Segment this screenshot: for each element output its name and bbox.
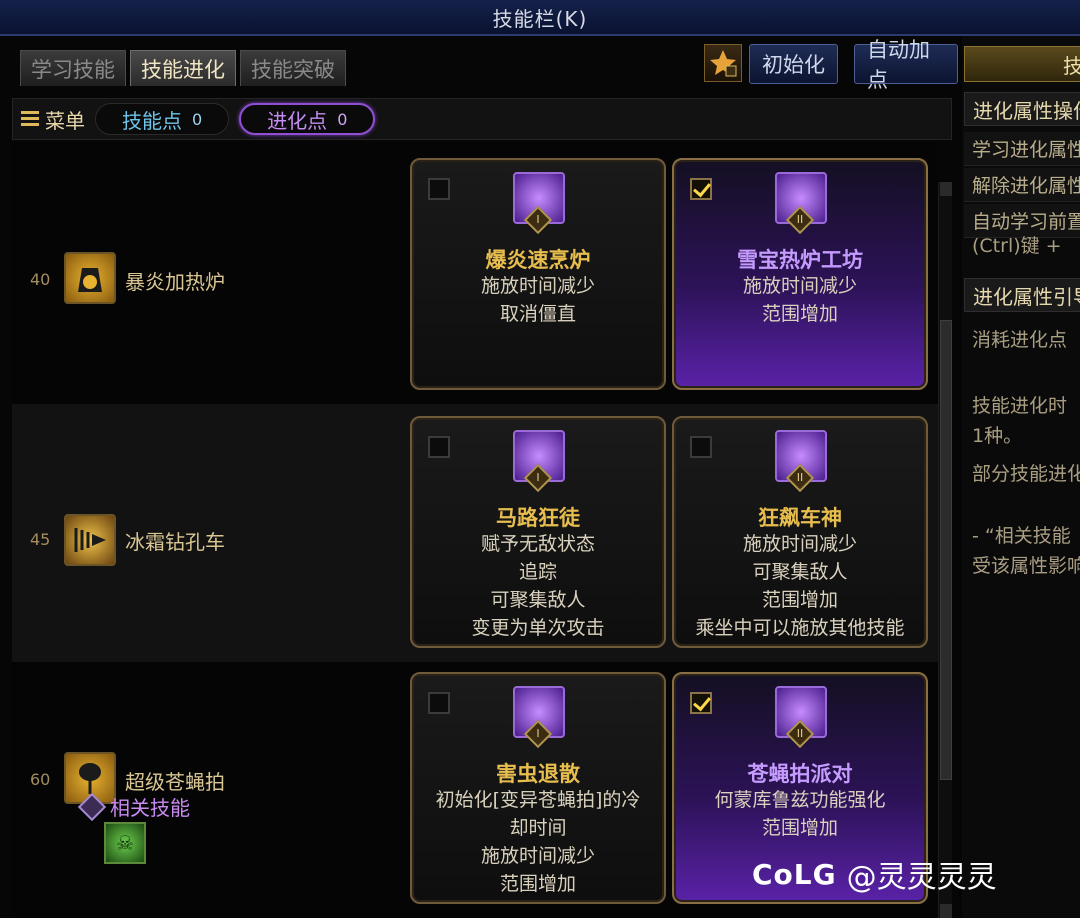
option-title: 狂飙车神 [758, 506, 842, 530]
evolution-option-card[interactable]: I 马路狂徒 赋予无敌状态 追踪 可聚集敌人 变更为单次攻击 [410, 416, 666, 648]
window-title-bar: 技能栏(K) [0, 0, 1080, 36]
evolution-tier-button[interactable] [704, 44, 742, 82]
auto-allocate-button[interactable]: 自动加点 [854, 38, 958, 92]
evolution-tier-icon [710, 50, 737, 77]
guide-item: 学习进化属性 [964, 132, 1080, 166]
evolution-option-card[interactable]: II 狂飙车神 施放时间减少 可聚集敌人 范围增加 乘坐中可以施放其他技能 [672, 416, 928, 648]
points-bar: 菜单 技能点 0 进化点 0 [12, 98, 952, 140]
watermark-user: @灵灵灵灵 [846, 860, 997, 895]
option-effect: 取消僵直 [499, 303, 576, 325]
skill-points-label: 技能点 [122, 108, 182, 133]
window-title: 技能栏(K) [492, 6, 588, 31]
guide-item-continued: (Ctrl)键 + [972, 235, 1062, 257]
option-title: 苍蝇拍派对 [747, 762, 853, 786]
option-title: 害虫退散 [496, 762, 580, 786]
option-effect: 范围增加 [499, 873, 576, 895]
skill-name: 冰霜钻孔车 [125, 530, 225, 554]
guide-text: 部分技能进化 [972, 463, 1080, 485]
option-checkbox[interactable] [428, 436, 450, 458]
option-title: 马路狂徒 [496, 506, 580, 530]
menu-button[interactable]: 菜单 [21, 105, 85, 134]
option-effect: 却时间 [509, 817, 567, 839]
evolution-points-label: 进化点 [267, 108, 328, 133]
evolution-option-card[interactable]: I 爆炎速烹炉 施放时间减少 取消僵直 [410, 158, 666, 390]
option-effect: 施放时间减少 [742, 275, 857, 297]
option-effect: 范围增加 [761, 303, 838, 325]
guide-section-guide: 进化属性引导 [964, 278, 1080, 312]
evolution-points-display: 进化点 0 [239, 103, 376, 135]
guide-text: 消耗进化点 [972, 329, 1068, 351]
related-skills-link[interactable]: 相关技能 [77, 792, 190, 821]
scroll-down-arrow-icon[interactable] [940, 904, 952, 918]
tab-bar: 学习技能 技能进化 技能突破 [20, 50, 346, 86]
skill-level: 45 [30, 530, 51, 549]
guide-section-operations: 进化属性操作 [964, 92, 1080, 126]
option-effect: 范围增加 [761, 589, 838, 611]
skill-level: 40 [30, 270, 51, 289]
bag-fire-icon[interactable] [64, 252, 116, 304]
reset-button[interactable]: 初始化 [749, 44, 838, 84]
skill-row: 45 冰霜钻孔车 I 马路狂徒 赋予无敌状态 追踪 可聚集敌人 变更为单次攻击 [12, 404, 938, 662]
option-effect: 施放时间减少 [480, 275, 595, 297]
tab-skill-breakthrough[interactable]: 技能突破 [240, 50, 346, 86]
skill-name: 暴炎加热炉 [125, 270, 225, 294]
option-effect: 追踪 [518, 561, 557, 583]
evolution-points-value: 0 [337, 109, 348, 129]
skill-name: 超级苍蝇拍 [125, 770, 225, 794]
option-effect: 可聚集敌人 [490, 589, 586, 611]
skill-list: 40 暴炎加热炉 I 爆炎速烹炉 施放时间减少 取消僵直 II 雪宝热炉工坊 施… [12, 142, 938, 918]
guide-item: 解除进化属性 [964, 168, 1080, 202]
guide-panel: 技能 进化属性操作 学习进化属性 解除进化属性 自动学习前置 (Ctrl)键 +… [962, 36, 1080, 918]
evolution-option-card[interactable]: I 害虫退散 初始化[变异苍蝇拍]的冷 却时间 施放时间减少 范围增加 [410, 672, 666, 904]
skill-level: 60 [30, 770, 51, 789]
guide-text: 受该属性影响 [972, 555, 1080, 577]
option-effect: 何蒙库鲁兹功能强化 [714, 789, 886, 811]
option-effect: 乘坐中可以施放其他技能 [695, 617, 905, 639]
guide-text: 技能进化时 [972, 395, 1068, 417]
option-effect: 初始化[变异苍蝇拍]的冷 [435, 789, 641, 811]
option-effect: 施放时间减少 [742, 533, 857, 555]
scroll-thumb[interactable] [940, 320, 952, 780]
guide-header: 技能 [964, 46, 1080, 82]
option-checkbox[interactable] [428, 178, 450, 200]
option-effect: 施放时间减少 [480, 845, 595, 867]
skill-panel: 学习技能 技能进化 技能突破 初始化 自动加点 菜单 技能点 0 进化点 0 4… [0, 36, 958, 918]
skill-row: 40 暴炎加热炉 I 爆炎速烹炉 施放时间减少 取消僵直 II 雪宝热炉工坊 施… [12, 142, 938, 404]
guide-text: 1种。 [972, 425, 1023, 447]
option-effect: 变更为单次攻击 [471, 617, 605, 639]
tab-learn-skills[interactable]: 学习技能 [20, 50, 126, 86]
option-checkbox[interactable] [690, 436, 712, 458]
homunculus-icon[interactable]: ☠ [104, 822, 146, 864]
hamburger-icon [21, 111, 39, 126]
tab-skill-evolution[interactable]: 技能进化 [130, 50, 236, 86]
menu-label: 菜单 [45, 108, 85, 133]
skill-points-display: 技能点 0 [95, 103, 230, 135]
option-effect: 赋予无敌状态 [480, 533, 595, 555]
guide-text: - “相关技能 [972, 525, 1071, 547]
related-skills-label: 相关技能 [110, 796, 190, 820]
watermark: CoLG @灵灵灵灵 [752, 852, 997, 896]
scroll-up-arrow-icon[interactable] [940, 182, 952, 196]
option-title: 雪宝热炉工坊 [737, 248, 863, 272]
tier-diamond-icon [77, 792, 107, 821]
drill-icon[interactable] [64, 514, 116, 566]
option-effect: 可聚集敌人 [752, 561, 848, 583]
option-effect: 范围增加 [761, 817, 838, 839]
option-checkbox-checked[interactable] [690, 178, 712, 200]
skill-points-value: 0 [192, 109, 203, 129]
watermark-logo: CoLG [752, 857, 837, 891]
option-checkbox[interactable] [428, 692, 450, 714]
scrollbar[interactable] [938, 182, 952, 918]
evolution-option-card-selected[interactable]: II 雪宝热炉工坊 施放时间减少 范围增加 [672, 158, 928, 390]
option-title: 爆炎速烹炉 [485, 248, 591, 272]
option-checkbox-checked[interactable] [690, 692, 712, 714]
